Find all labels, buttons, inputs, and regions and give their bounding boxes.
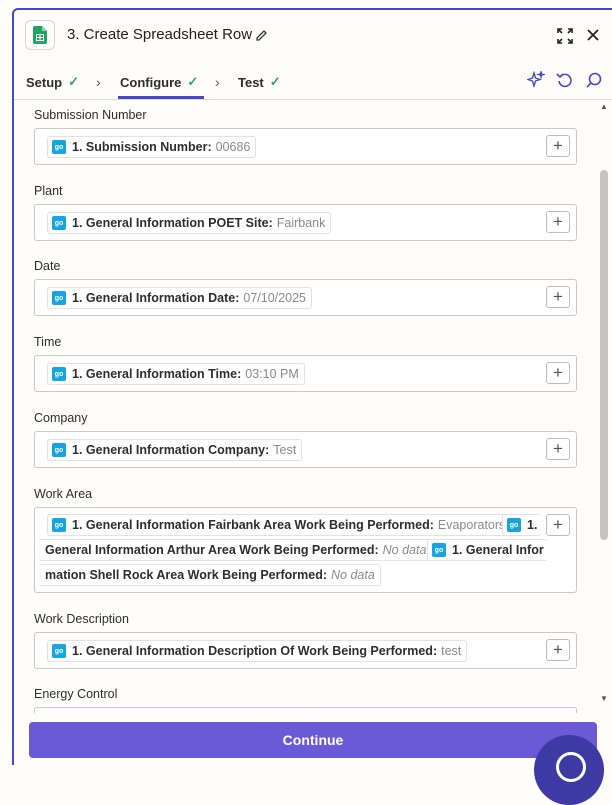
pill-key: 1. Submission Number: <box>72 140 212 154</box>
field-label: Work Area <box>34 487 93 501</box>
tab-label: Configure <box>120 74 182 90</box>
panel-header: 3. Create Spreadsheet Row <box>14 10 612 62</box>
gravity-forms-icon: go <box>52 518 66 532</box>
add-data-button[interactable]: + <box>546 135 570 157</box>
field-label: Energy Control <box>34 687 118 701</box>
pill-key: 1. General Information Description Of Wo… <box>72 644 438 658</box>
field-label: Company <box>34 411 88 425</box>
gravity-forms-icon: go <box>432 543 446 557</box>
field-label: Date <box>34 259 61 273</box>
pill-value: 03:10 PM <box>245 367 299 381</box>
tab-configure[interactable]: Configure ✓ <box>120 74 198 90</box>
add-data-button[interactable]: + <box>546 438 570 460</box>
pill-value: test <box>441 644 462 658</box>
field-list: Submission Number go 1. Submission Numbe… <box>14 101 612 713</box>
pill-value: No data <box>382 543 427 557</box>
check-icon: ✓ <box>269 74 281 89</box>
mapped-value-pill[interactable]: go 1. General Information POET Site: Fai… <box>47 212 332 234</box>
work-area-field[interactable]: go 1. General Information Fairbank Area … <box>34 507 577 593</box>
field-label: Submission Number <box>34 108 147 122</box>
gravity-forms-icon: go <box>52 140 66 154</box>
pill-key: 1. General Information Time: <box>72 367 242 381</box>
field-label: Work Description <box>34 612 129 626</box>
pill-key: 1. General Information Company: <box>72 443 270 457</box>
active-tab-indicator <box>118 96 204 99</box>
step-panel: 3. Create Spreadsheet Row Setup ✓ › Conf… <box>12 8 612 765</box>
company-field[interactable]: go 1. General Information Company: Test … <box>34 431 577 468</box>
gravity-forms-icon: go <box>52 291 66 305</box>
mapped-value-pill[interactable]: go 1. General Information Company: Test <box>47 439 303 461</box>
mapped-value-pill[interactable]: go 1. General Information Description Of… <box>47 640 468 662</box>
pill-key: 1. General Information Date: <box>72 291 240 305</box>
tab-label: Setup <box>26 74 63 90</box>
pill-value: 00686 <box>215 140 251 154</box>
page-title: 3. Create Spreadsheet Row <box>67 26 253 43</box>
tab-setup[interactable]: Setup ✓ <box>26 74 79 90</box>
add-data-button[interactable]: + <box>546 286 570 308</box>
field-label: Plant <box>34 184 63 198</box>
check-icon: ✓ <box>68 74 80 89</box>
tab-test[interactable]: Test ✓ <box>238 74 281 90</box>
mapped-value-pill[interactable]: go 1. Submission Number: 00686 <box>47 136 257 158</box>
work-description-field[interactable]: go 1. General Information Description Of… <box>34 632 577 669</box>
add-data-button[interactable]: + <box>546 514 570 536</box>
add-data-button[interactable]: + <box>546 639 570 661</box>
mapped-value-pill[interactable]: go 1. General Information Date: 07/10/20… <box>47 287 312 309</box>
check-icon: ✓ <box>187 74 199 89</box>
gravity-forms-icon: go <box>52 216 66 230</box>
pill-value: 07/10/2025 <box>243 291 306 305</box>
continue-button[interactable]: Continue <box>29 722 597 758</box>
chevron-right-icon: › <box>215 74 220 90</box>
gravity-forms-icon: go <box>52 644 66 658</box>
panel-footer: Continue <box>14 713 612 765</box>
gravity-forms-icon: go <box>52 443 66 457</box>
pill-value: Evaporators <box>437 518 506 532</box>
pill-key: 1. <box>527 518 538 532</box>
pill-value: Test <box>273 443 297 457</box>
mapped-value-pill[interactable]: go 1. General Information Fairbank Area … <box>47 514 512 536</box>
tab-label: Test <box>238 74 264 90</box>
expand-icon[interactable] <box>556 27 574 50</box>
add-data-button[interactable]: + <box>546 362 570 384</box>
mapped-value-pill[interactable]: go 1. General Information Time: 03:10 PM <box>47 363 305 385</box>
plant-field[interactable]: go 1. General Information POET Site: Fai… <box>34 204 577 241</box>
pill-key: General Information Arthur Area Work Bei… <box>45 543 379 557</box>
chevron-right-icon: › <box>96 74 101 90</box>
gravity-forms-icon: go <box>52 367 66 381</box>
pill-key: 1. General Information POET Site: <box>72 216 273 230</box>
undo-icon[interactable] <box>556 71 574 94</box>
scroll-up-arrow[interactable]: ▲ <box>600 102 608 111</box>
add-data-button[interactable]: + <box>546 211 570 233</box>
scroll-down-arrow[interactable]: ▼ <box>600 694 608 703</box>
chat-icon <box>556 752 586 782</box>
mapped-value-pill-continued[interactable]: General Information Arthur Area Work Bei… <box>39 539 433 561</box>
date-field[interactable]: go 1. General Information Date: 07/10/20… <box>34 279 577 316</box>
field-label: Time <box>34 335 62 349</box>
mapped-value-pill-continued[interactable]: mation Shell Rock Area Work Being Perfor… <box>39 564 381 586</box>
close-icon[interactable] <box>587 28 599 46</box>
pill-value: Fairbank <box>276 216 326 230</box>
submission-number-field[interactable]: go 1. Submission Number: 00686 + <box>34 128 577 165</box>
sparkle-icon[interactable] <box>525 69 547 94</box>
gravity-forms-icon: go <box>507 518 521 532</box>
step-tabs: Setup ✓ › Configure ✓ › Test ✓ <box>14 64 612 100</box>
pill-value: No data <box>331 568 375 582</box>
mapped-value-pill[interactable]: go 1. <box>502 514 542 536</box>
pencil-icon[interactable] <box>255 29 268 47</box>
google-sheets-icon <box>25 20 55 50</box>
scrollbar-thumb[interactable] <box>600 170 608 540</box>
pill-key: 1. General Infor <box>452 543 544 557</box>
time-field[interactable]: go 1. General Information Time: 03:10 PM… <box>34 355 577 392</box>
pill-key: 1. General Information Fairbank Area Wor… <box>72 518 434 532</box>
pill-key: mation Shell Rock Area Work Being Perfor… <box>45 568 328 582</box>
search-icon[interactable] <box>585 71 603 94</box>
mapped-value-pill[interactable]: go 1. General Infor <box>427 539 548 561</box>
